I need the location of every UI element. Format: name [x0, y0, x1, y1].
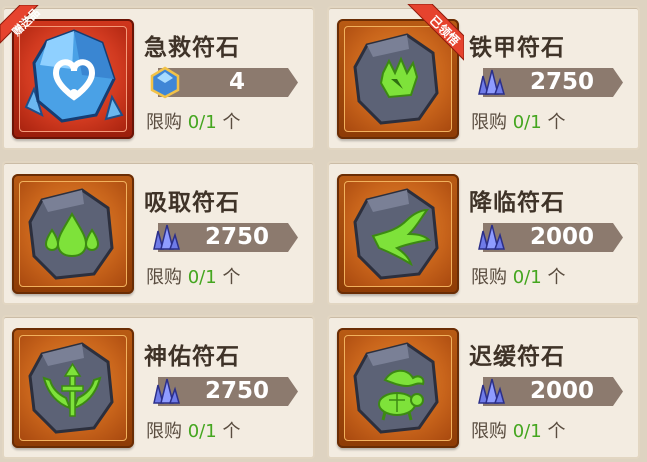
purchase-limit: 限购 0/1 个 — [146, 267, 241, 288]
item-title: 迟缓符石 — [469, 344, 565, 370]
purchase-limit: 限购 0/1 个 — [146, 421, 241, 442]
purchase-limit: 限购 0/1 个 — [471, 421, 566, 442]
price-value: 2000 — [529, 224, 594, 250]
item-frame — [337, 328, 459, 448]
gift-badge: 赠送品 — [0, 5, 54, 59]
purchase-limit: 限购 0/1 个 — [146, 112, 241, 133]
price-tag: 2750 — [473, 66, 623, 99]
price-tag: 4 — [148, 66, 298, 99]
price-tag: 2750 — [148, 221, 298, 254]
price-value: 4 — [228, 69, 245, 95]
price-tag: 2000 — [473, 375, 623, 408]
item-title: 降临符石 — [469, 190, 565, 216]
learned-badge: 已领悟 — [398, 4, 464, 70]
crystal-icon — [478, 69, 505, 95]
purchase-limit: 限购 0/1 个 — [471, 112, 566, 133]
blue-gem-icon — [150, 66, 180, 99]
shop-grid: 赠送品 急救符石 4 限购 0/1 个 已领悟 铁甲符石 2750 限购 0/1… — [0, 0, 647, 462]
drain-rune-stone-icon — [28, 188, 114, 280]
shop-item-card[interactable]: 赠送品 急救符石 4 限购 0/1 个 — [0, 5, 315, 150]
price-value: 2750 — [204, 378, 269, 404]
shop-item-card[interactable]: 吸取符石 2750 限购 0/1 个 — [2, 161, 315, 305]
item-title: 吸取符石 — [144, 190, 240, 216]
purchase-limit: 限购 0/1 个 — [471, 267, 566, 288]
blessing-rune-stone-icon — [28, 342, 114, 434]
item-title: 神佑符石 — [144, 344, 240, 370]
shop-item-card[interactable]: 神佑符石 2750 限购 0/1 个 — [2, 315, 315, 459]
crystal-icon — [153, 378, 180, 404]
slow-rune-stone-icon — [353, 342, 439, 434]
item-title: 铁甲符石 — [469, 35, 565, 61]
item-title: 急救符石 — [144, 35, 240, 61]
shop-item-card[interactable]: 降临符石 2000 限购 0/1 个 — [327, 161, 640, 305]
shop-item-card[interactable]: 迟缓符石 2000 限购 0/1 个 — [327, 315, 640, 459]
price-value: 2750 — [204, 224, 269, 250]
item-frame — [337, 174, 459, 294]
price-value: 2750 — [529, 69, 594, 95]
price-tag: 2750 — [148, 375, 298, 408]
shop-item-card[interactable]: 已领悟 铁甲符石 2750 限购 0/1 个 — [327, 4, 640, 150]
crystal-icon — [478, 378, 505, 404]
item-frame — [12, 328, 134, 448]
item-frame — [12, 174, 134, 294]
crystal-icon — [478, 224, 505, 250]
crystal-icon — [153, 224, 180, 250]
price-tag: 2000 — [473, 221, 623, 254]
descend-rune-stone-icon — [353, 188, 439, 280]
price-value: 2000 — [529, 378, 594, 404]
